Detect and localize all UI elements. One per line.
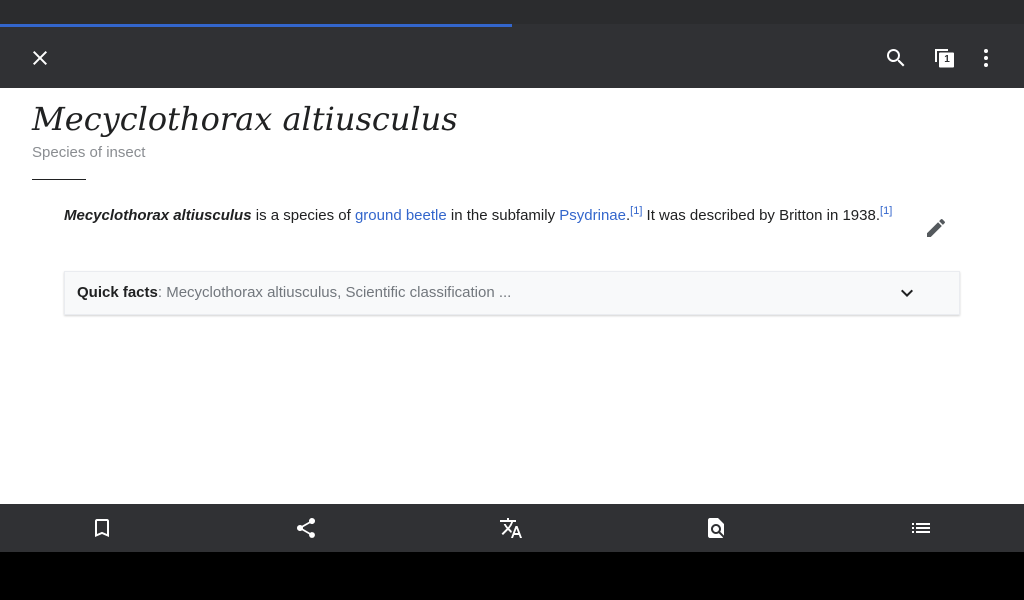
tab-count-badge: 1 bbox=[940, 52, 954, 67]
quick-facts-summary: Quick facts: Mecyclothorax altiusculus, … bbox=[77, 272, 511, 314]
overflow-menu-button[interactable] bbox=[962, 27, 1010, 88]
find-in-page-button[interactable] bbox=[692, 504, 740, 552]
system-navigation-bar bbox=[0, 552, 1024, 600]
bottom-action-bar bbox=[0, 504, 1024, 552]
reference-link[interactable]: [1] bbox=[880, 205, 892, 217]
lead-text: It was described by Britton in 1938. bbox=[642, 207, 881, 224]
top-toolbar: 1 bbox=[0, 27, 1024, 88]
more-vert-icon bbox=[984, 48, 988, 67]
contents-list-icon bbox=[912, 523, 930, 533]
translate-icon bbox=[500, 518, 522, 538]
find-in-page-icon bbox=[708, 518, 724, 538]
quick-facts-separator: : bbox=[157, 284, 167, 301]
article-content: Mecyclothorax altiusculus Species of ins… bbox=[0, 88, 1024, 504]
tabs-icon: 1 bbox=[932, 46, 956, 70]
lead-paragraph: Mecyclothorax altiusculus is a species o… bbox=[64, 203, 894, 229]
page-title: Mecyclothorax altiusculus bbox=[32, 100, 458, 138]
share-icon bbox=[296, 517, 316, 538]
link-psydrinae[interactable]: Psydrinae bbox=[559, 207, 626, 224]
tabs-button[interactable]: 1 bbox=[920, 27, 968, 88]
quick-facts-summary-text: Mecyclothorax altiusculus, Scientific cl… bbox=[166, 284, 512, 301]
lead-text: in the subfamily bbox=[446, 207, 560, 224]
edit-section-button[interactable] bbox=[918, 210, 954, 246]
quick-facts-label: Quick facts bbox=[77, 284, 158, 301]
search-button[interactable] bbox=[872, 27, 920, 88]
title-divider bbox=[32, 179, 86, 180]
chevron-down-icon[interactable] bbox=[895, 281, 919, 305]
page-description: Species of insect bbox=[32, 144, 146, 161]
reference-link[interactable]: [1] bbox=[630, 205, 642, 217]
system-status-bar bbox=[0, 0, 1024, 24]
search-icon bbox=[887, 48, 905, 66]
pencil-icon bbox=[927, 218, 946, 237]
lead-subject: Mecyclothorax altiusculus bbox=[64, 207, 252, 224]
bookmark-button[interactable] bbox=[78, 504, 126, 552]
bookmark-icon bbox=[95, 519, 109, 537]
close-button[interactable] bbox=[16, 27, 64, 88]
link-ground-beetle[interactable]: ground beetle bbox=[355, 207, 447, 224]
quick-facts-collapsed-table[interactable]: Quick facts: Mecyclothorax altiusculus, … bbox=[64, 271, 960, 315]
share-button[interactable] bbox=[282, 504, 330, 552]
language-button[interactable] bbox=[487, 504, 535, 552]
close-icon bbox=[33, 50, 47, 65]
table-of-contents-button[interactable] bbox=[897, 504, 945, 552]
lead-text: is a species of bbox=[251, 207, 355, 224]
